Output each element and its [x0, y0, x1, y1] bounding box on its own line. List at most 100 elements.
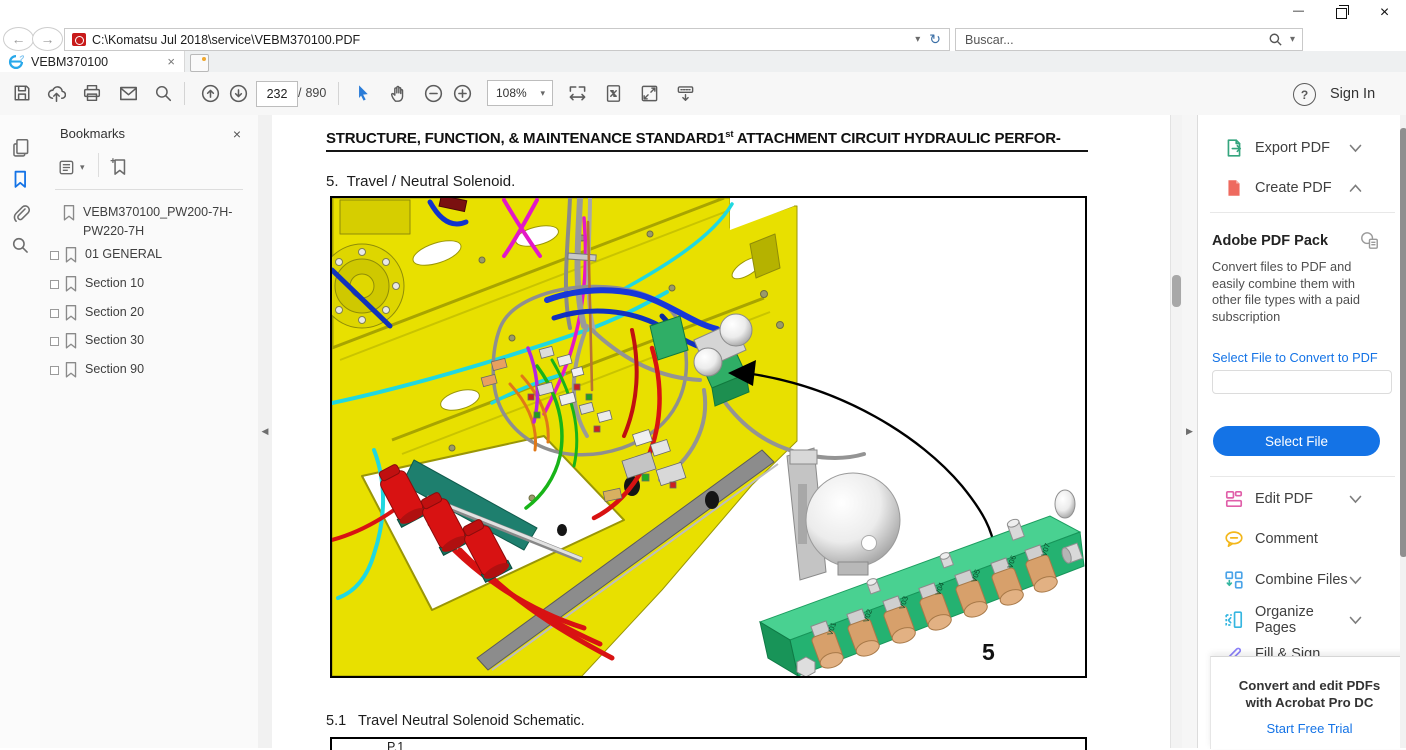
- help-button[interactable]: ?: [1293, 83, 1316, 106]
- figure-5: V01 V02 V03 V04 V05 V06 V07 5: [330, 196, 1087, 678]
- bookmark-item-section-30[interactable]: Section 30: [40, 331, 258, 350]
- bookmark-item-root[interactable]: VEBM370100_PW200-7H-PW220-7H: [40, 203, 258, 241]
- zoom-in-button[interactable]: [445, 76, 479, 110]
- find-button[interactable]: [146, 76, 180, 110]
- bookmark-label: Section 90: [85, 360, 237, 379]
- hand-icon: [389, 84, 408, 103]
- address-dropdown-icon[interactable]: ▾: [908, 34, 927, 45]
- select-file-link[interactable]: Select File to Convert to PDF: [1212, 350, 1378, 365]
- bookmark-item-01-general[interactable]: 01 GENERAL: [40, 245, 258, 264]
- bookmark-label: Section 30: [85, 331, 237, 350]
- navigation-rail: [0, 115, 41, 748]
- upload-cloud-icon: [47, 84, 66, 103]
- page-number-input[interactable]: [256, 81, 298, 107]
- chevron-down-icon: [1349, 616, 1362, 625]
- schematic-label: P.1: [387, 740, 404, 750]
- tab-vebm370100[interactable]: VEBM370100 ×: [0, 51, 185, 72]
- hand-tool-button[interactable]: [381, 76, 415, 110]
- print-button[interactable]: [75, 76, 109, 110]
- panel-scrollbar[interactable]: [1400, 115, 1406, 748]
- tab-close-icon[interactable]: ×: [167, 54, 175, 69]
- expand-box[interactable]: [50, 251, 59, 260]
- bookmark-label: 01 GENERAL: [85, 245, 237, 264]
- expand-panel-icon[interactable]: ▶: [1186, 426, 1193, 437]
- tab-title: VEBM370100: [31, 55, 167, 69]
- back-button[interactable]: ←: [3, 27, 34, 51]
- zoom-out-icon: [424, 84, 443, 103]
- next-page-button[interactable]: [221, 76, 255, 110]
- bookmark-label: VEBM370100_PW200-7H-PW220-7H: [83, 203, 235, 241]
- close-panel-icon[interactable]: ×: [226, 123, 248, 145]
- page-total: 890: [305, 86, 326, 100]
- bookmark-item-section-90[interactable]: Section 90: [40, 360, 258, 379]
- tool-create-pdf[interactable]: Create PDF: [1198, 171, 1394, 205]
- restore-button[interactable]: [1320, 0, 1363, 26]
- document-scrollbar-thumb[interactable]: [1172, 275, 1181, 307]
- collapse-toolbar-button[interactable]: [668, 76, 702, 110]
- close-icon: ×: [1380, 4, 1389, 22]
- fit-width-button[interactable]: [560, 76, 594, 110]
- edit-pdf-icon: [1224, 489, 1244, 509]
- forward-icon: →: [41, 31, 55, 47]
- email-icon: [119, 84, 138, 103]
- bookmarks-panel-button[interactable]: [6, 165, 34, 193]
- expand-box[interactable]: [50, 366, 59, 375]
- page-thumbnails-icon: [11, 138, 30, 157]
- tool-label: Edit PDF: [1255, 491, 1349, 507]
- attachments-panel-button[interactable]: [6, 199, 34, 227]
- tool-combine-files[interactable]: Combine Files: [1198, 563, 1394, 597]
- tool-organize-pages[interactable]: Organize Pages: [1198, 603, 1394, 637]
- email-button[interactable]: [111, 76, 145, 110]
- new-tab-button[interactable]: [190, 54, 209, 72]
- share-button[interactable]: [39, 76, 73, 110]
- tool-label: Export PDF: [1255, 140, 1349, 156]
- export-pdf-icon: [1224, 138, 1244, 158]
- browser-navigation-bar: ← → C:\Komatsu Jul 2018\service\VEBM3701…: [0, 26, 1406, 51]
- pdf-pack-icon: [1360, 231, 1379, 250]
- bookmark-label: Section 10: [85, 274, 237, 293]
- forward-button[interactable]: →: [32, 27, 63, 51]
- save-button[interactable]: [5, 76, 39, 110]
- address-bar[interactable]: C:\Komatsu Jul 2018\service\VEBM370100.P…: [64, 28, 950, 51]
- bookmark-options-button[interactable]: ▾: [58, 159, 85, 176]
- refresh-icon[interactable]: ↻: [927, 31, 949, 48]
- bookmark-item-section-20[interactable]: Section 20: [40, 303, 258, 322]
- search-panel-button[interactable]: [6, 231, 34, 259]
- zoom-level-select[interactable]: 108% ▾: [487, 80, 553, 106]
- expand-panel-strip[interactable]: ▶: [1182, 115, 1197, 748]
- start-free-trial-link[interactable]: Start Free Trial: [1211, 721, 1406, 736]
- collapse-panel-icon[interactable]: ◀: [262, 426, 269, 437]
- expand-box[interactable]: [50, 280, 59, 289]
- expand-box[interactable]: [50, 309, 59, 318]
- select-file-button[interactable]: Select File: [1213, 426, 1380, 456]
- tool-export-pdf[interactable]: Export PDF: [1198, 131, 1394, 165]
- new-bookmark-button[interactable]: [108, 157, 128, 176]
- search-input[interactable]: [956, 33, 1268, 47]
- bookmark-icon: [61, 204, 77, 221]
- fit-page-button[interactable]: [596, 76, 630, 110]
- file-input-field[interactable]: [1212, 370, 1392, 394]
- select-tool-button[interactable]: [346, 76, 380, 110]
- collapse-panel-strip[interactable]: ◀: [258, 115, 272, 748]
- toolbar-divider: [184, 82, 185, 105]
- bookmark-item-section-10[interactable]: Section 10: [40, 274, 258, 293]
- search-box[interactable]: ▾: [955, 28, 1303, 51]
- machine-illustration: V01 V02 V03 V04 V05 V06 V07 5: [332, 198, 1085, 676]
- organize-pages-icon: [1224, 610, 1244, 630]
- chevron-down-icon: ▾: [80, 162, 85, 173]
- expand-box[interactable]: [50, 337, 59, 346]
- sign-in-button[interactable]: Sign In: [1330, 80, 1375, 108]
- find-icon: [154, 84, 172, 102]
- minimize-button[interactable]: —: [1277, 0, 1320, 26]
- search-icon[interactable]: [1268, 32, 1283, 47]
- fullscreen-button[interactable]: [632, 76, 666, 110]
- bookmark-icon: [63, 304, 79, 321]
- address-url[interactable]: C:\Komatsu Jul 2018\service\VEBM370100.P…: [92, 33, 908, 47]
- page-thumbnails-button[interactable]: [6, 133, 34, 161]
- panel-scrollbar-thumb[interactable]: [1400, 128, 1406, 557]
- tool-edit-pdf[interactable]: Edit PDF: [1198, 482, 1394, 516]
- search-dropdown-icon[interactable]: ▾: [1283, 34, 1302, 45]
- bookmark-icon: [63, 275, 79, 292]
- tool-comment[interactable]: Comment: [1198, 522, 1394, 556]
- close-button[interactable]: ×: [1363, 0, 1406, 26]
